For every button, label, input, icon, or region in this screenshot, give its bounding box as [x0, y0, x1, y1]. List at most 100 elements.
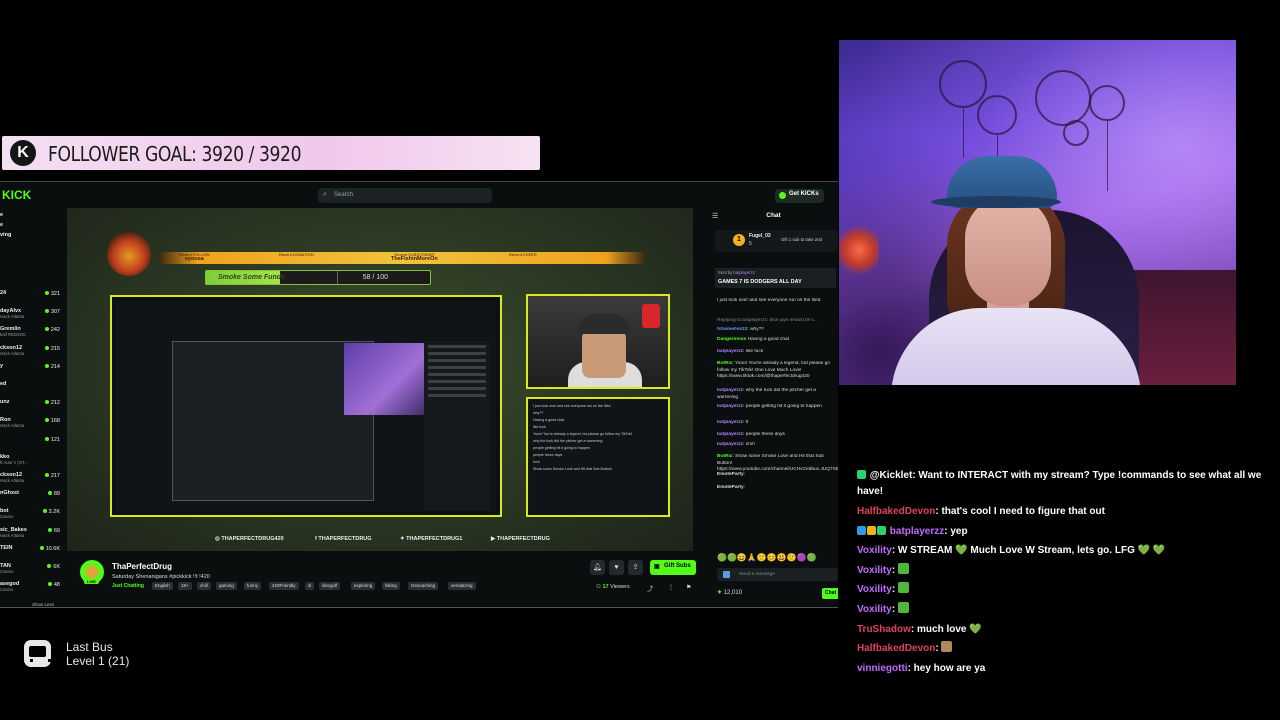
chat-username[interactable]: BotRix [717, 454, 732, 459]
mini-chat-line: I just look over and see everyone run on… [533, 404, 611, 408]
kick-points[interactable]: ✦ 12,010 [717, 589, 742, 596]
pinned-gift: 1 Fugel_03 5 Gift 1 sub to take 2nd [715, 230, 838, 252]
chat-username[interactable]: batplayerzz [717, 442, 743, 447]
stream-tag[interactable]: discgolf [319, 582, 341, 590]
sidebar-channel[interactable]: TAN Casino 6K [0, 563, 62, 575]
overlay-chat-message: @Kicklet: Want to INTERACT with my strea… [857, 468, 1272, 500]
overlay-chat-message: Voxility: [857, 580, 1272, 600]
sidebar-channel-viewers: 121 [45, 437, 60, 443]
sidebar-nav-label: e [0, 222, 4, 228]
overlay-chat-text: : Want to INTERACT with my stream? Type … [857, 470, 1262, 497]
chat-message: EmoteParty: [717, 485, 838, 492]
chat-username[interactable]: batplayerzz [717, 388, 743, 393]
sidebar-channel-sub: Hack Atlanta [0, 350, 25, 356]
chat-badge-icon [857, 470, 866, 479]
stream-tag[interactable]: chill [197, 582, 211, 590]
search-input[interactable]: ⌕ Search [318, 188, 492, 203]
sidebar-channel[interactable]: asegod Casino 48 [0, 581, 62, 593]
sidebar-channel[interactable]: y 214 [0, 363, 62, 375]
sidebar-channel[interactable]: unz 212 [0, 399, 62, 411]
stream-tag[interactable]: versatizing [448, 582, 476, 590]
stream-tag[interactable]: sl [305, 582, 315, 590]
stream-tag[interactable]: gaming [216, 582, 237, 590]
chat-send-button[interactable]: Chat [822, 588, 838, 599]
gift-button[interactable]: ⇪ [628, 560, 643, 575]
recent-alert-name: syousa [184, 256, 204, 262]
notification-bell-button[interactable]: 🔔︎ [590, 560, 605, 575]
sidebar-channel[interactable]: dayAlvx Hack Atlanta 307 [0, 308, 62, 320]
sidebar-channel[interactable]: nGhxst 89 [0, 490, 62, 502]
chat-message-input[interactable]: Send a message [717, 568, 838, 581]
kick-logo[interactable]: KICK [2, 188, 31, 202]
flag-icon[interactable]: ⚑ [686, 584, 691, 591]
sidebar-channel[interactable]: ckson12 Hack Atlanta 217 [0, 472, 62, 484]
sidebar-channel-viewers: 69 [48, 528, 60, 534]
get-kicks-button[interactable]: Get KICKs [775, 189, 824, 203]
social-links-bar: ◎ THAPERFECTDRUG420 f THAPERFECTDRUG ✦ THA… [67, 536, 693, 546]
streamer-hat [578, 314, 630, 334]
chat-username[interactable]: fchome0ss22 [717, 327, 747, 332]
overlay-chat-message: Voxility: [857, 600, 1272, 620]
chat-message: Dangermoos Having a good chat [717, 337, 838, 344]
mini-chat-line: smh [533, 460, 540, 464]
chat-username[interactable]: EmoteParty [717, 485, 744, 490]
chat-message: fchome0ss22: why?? [717, 327, 838, 334]
nested-webcam [344, 343, 426, 415]
sidebar-channel[interactable]: ckson12 Hack Atlanta 215 [0, 345, 62, 357]
chat-badge-icon [877, 525, 886, 535]
stream-tag[interactable]: funny [244, 582, 262, 590]
overlay-chat-text: : [935, 643, 939, 655]
lion-logo [107, 232, 151, 276]
share-icon[interactable]: ⤴ [647, 584, 653, 593]
chat-username[interactable]: batplayerzz [717, 404, 743, 409]
stream-tag[interactable]: English [152, 582, 173, 590]
chat-message: BotRix: Show some Smoke Love and Hit tha… [717, 454, 838, 474]
channel-name[interactable]: ThaPerfectDrug [112, 562, 172, 571]
funds-divider [337, 271, 338, 284]
chat-text: : people getting hit it going to happen [743, 404, 822, 409]
sidebar-channel[interactable]: 24 321 [0, 290, 62, 302]
sidebar-channel[interactable]: Ron Hack Atlanta 168 [0, 417, 62, 429]
chat-username[interactable]: batplayerzz [717, 349, 743, 354]
social-handle: THAPERFECTDRUG [496, 536, 550, 542]
overlay-chat-username: HalfbakedDevon [857, 643, 936, 655]
chat-username[interactable]: batplayerzz [717, 432, 743, 437]
sidebar-channel[interactable]: ed [0, 381, 62, 393]
sidebar-channel-sub: Hack Atlanta [0, 532, 25, 538]
stream-tag[interactable]: hiking [382, 582, 400, 590]
sidebar-channel[interactable]: TEIN 10.6K [0, 545, 62, 557]
chat-username[interactable]: Dangermoos [717, 337, 746, 342]
chat-username[interactable]: EmoteParty [717, 472, 744, 477]
sidebar-channel[interactable]: bot Casino 3.2K [0, 508, 62, 520]
sidebar-nav-label: e [0, 212, 4, 218]
sidebar-nav-item[interactable]: ving [0, 232, 62, 244]
sidebar-channel[interactable]: 121 [0, 436, 62, 448]
stream-tag[interactable]: 420Friendly [269, 582, 299, 590]
sidebar-channel-sub: Casino [0, 514, 14, 520]
chat-username[interactable]: batplayerzz [717, 420, 743, 425]
chat-username[interactable]: BotRix [717, 361, 732, 366]
chat-header: Chat [766, 212, 781, 219]
stream-tag[interactable]: 18+ [178, 582, 192, 590]
funds-goal-label: Smoke Some Funds [218, 274, 285, 281]
stream-tag[interactable]: Geocaching [408, 582, 439, 590]
overlay-chat-message: Voxility: [857, 561, 1272, 581]
more-icon[interactable]: ⋮ [668, 584, 674, 591]
gift-subs-button[interactable]: Gift Subs [650, 560, 696, 575]
sidebar-channel[interactable]: sic_Bakes Hack Atlanta 69 [0, 527, 62, 539]
follow-heart-button[interactable]: ♥ [609, 560, 624, 575]
follower-goal-bar: K FOLLOWER GOAL: 3920 / 3920 [2, 136, 540, 170]
chat-message: I just look over and see everyone run on… [717, 298, 838, 305]
video-player[interactable]: Recent FOLLOW syousa Recent DONATION Recent… [67, 208, 693, 551]
bus-icon [24, 640, 51, 667]
dreamcatcher-1 [939, 60, 987, 108]
overlay-chat-text: : [891, 584, 896, 596]
stream-tag[interactable]: exploring [351, 582, 376, 590]
stream-category[interactable]: Just Chatting [112, 583, 144, 589]
sidebar-channel-name: nGhxst [0, 490, 19, 497]
sidebar-channel[interactable]: kko ft Auto V (GT... [0, 454, 62, 466]
show-less-link[interactable]: Show Less [32, 602, 54, 607]
overlay-chat-text: : yep [944, 525, 968, 537]
dreamcatcher-3 [1035, 70, 1091, 126]
sidebar-channel[interactable]: Gremlin ball REDSOC 242 [0, 326, 62, 338]
